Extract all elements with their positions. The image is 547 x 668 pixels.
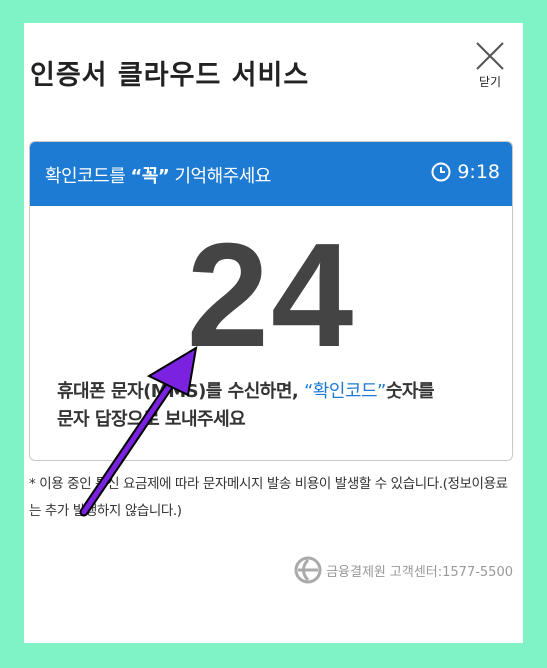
footer: 금융결제원 고객센터:1577-5500 (294, 556, 513, 584)
verification-code: 24 (186, 213, 356, 378)
page-title: 인증서 클라우드 서비스 (30, 60, 310, 91)
code-card: 확인코드를 “꼭” 기억해주세요 9:18 24 휴대폰 문자(MMS)를 수신… (29, 141, 513, 461)
instruction-text: 휴대폰 문자(MMS)를 수신하면, “확인코드”숫자를 문자 답장으로 보내주… (57, 378, 435, 434)
clock-icon (431, 162, 451, 182)
close-button[interactable]: 닫기 (470, 41, 510, 117)
header-prefix: 확인코드를 (45, 166, 131, 187)
fee-notice: * 이용 중인 통신 요금제에 따라 문자메시지 발송 비용이 발생할 수 있습… (29, 476, 508, 519)
card-header: 확인코드를 “꼭” 기억해주세요 9:18 (30, 142, 512, 206)
footer-org: 금융결제원 (326, 564, 386, 580)
instruction-part1: 휴대폰 문자(MMS)를 수신하면, (57, 381, 304, 402)
kftc-logo-icon (294, 556, 322, 584)
header-suffix: 기억해주세요 (169, 166, 271, 187)
header-emphasis: “꼭” (130, 166, 170, 187)
close-icon (476, 42, 504, 70)
instruction-part2: 숫자를 (385, 381, 435, 402)
auth-panel: 인증서 클라우드 서비스 닫기 확인코드를 “꼭” 기억해주세요 9:18 24… (24, 23, 523, 643)
instruction-line2: 문자 답장으로 보내주세요 (57, 409, 246, 430)
countdown-timer: 9:18 (431, 161, 500, 183)
footer-support: 고객센터:1577-5500 (389, 564, 513, 580)
timer-value: 9:18 (457, 161, 500, 183)
instruction-highlight: “확인코드” (303, 381, 386, 402)
close-label: 닫기 (478, 75, 502, 89)
header-text: 확인코드를 “꼭” 기억해주세요 (45, 162, 271, 188)
